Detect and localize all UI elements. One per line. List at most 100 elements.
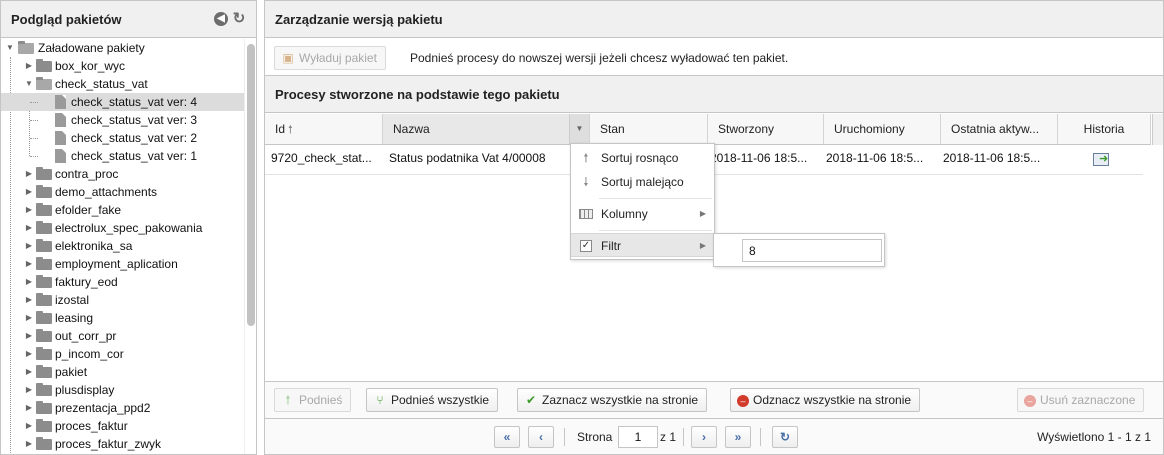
column-header-id[interactable]: Id 🠕 xyxy=(265,114,383,144)
submenu-arrow-icon: ▶ xyxy=(699,209,706,218)
page-label: Strona xyxy=(577,430,613,444)
collapse-arrow-icon[interactable]: ▶ xyxy=(24,255,34,273)
first-page-icon[interactable]: « xyxy=(494,426,520,448)
promote-button[interactable]: 🠕 Podnieś xyxy=(274,388,352,412)
last-page-icon[interactable]: » xyxy=(725,426,751,448)
promote-all-button[interactable]: ⑂ Podnieś wszystkie xyxy=(366,388,499,412)
tree-node[interactable]: ▶ efolder_fake xyxy=(1,201,246,219)
page-number-input[interactable] xyxy=(618,426,658,448)
tree-scroll-thumb[interactable] xyxy=(247,44,255,326)
collapse-arrow-icon[interactable]: ▶ xyxy=(24,183,34,201)
column-header-last-activity[interactable]: Ostatnia aktyw... xyxy=(941,114,1058,144)
menu-sort-ascending[interactable]: 🠕 Sortuj rosnąco xyxy=(571,146,714,170)
folder-icon xyxy=(36,203,52,216)
unload-package-button[interactable]: ▣ Wyładuj pakiet xyxy=(274,46,386,70)
folder-icon xyxy=(36,239,52,252)
cell-last-activity: 2018-11-06 18:5... xyxy=(943,151,1041,165)
tree-node[interactable]: ▶ out_corr_pr xyxy=(1,327,246,345)
column-header-history[interactable]: Historia xyxy=(1058,114,1151,144)
menu-filter[interactable]: ✓ Filtr ▶ xyxy=(571,233,714,257)
column-header-created[interactable]: Stworzony xyxy=(708,114,824,144)
tree-node[interactable]: ▶ demo_attachments xyxy=(1,183,246,201)
filter-checkbox[interactable]: ✓ xyxy=(580,240,592,252)
tree-leaf-node[interactable]: check_status_vat ver: 4 xyxy=(1,93,246,111)
tree-connector-line xyxy=(30,138,38,139)
expand-arrow-icon[interactable]: ▼ xyxy=(24,75,34,93)
deselect-all-button[interactable]: – Odznacz wszystkie na stronie xyxy=(730,388,921,412)
collapse-arrow-icon[interactable]: ▶ xyxy=(24,57,34,75)
tree-node[interactable]: ▶ employment_aplication xyxy=(1,255,246,273)
menu-columns[interactable]: Kolumny ▶ xyxy=(571,202,714,226)
collapse-arrow-icon[interactable]: ▶ xyxy=(24,435,34,453)
sort-descending-icon: 🠗 xyxy=(583,175,589,189)
column-header-state[interactable]: Stan xyxy=(590,114,708,144)
tree-node[interactable]: ▶ box_kor_wyc xyxy=(1,57,246,75)
collapse-arrow-icon[interactable]: ▶ xyxy=(24,273,34,291)
submenu-arrow-icon: ▶ xyxy=(699,241,706,250)
filter-input[interactable] xyxy=(742,239,882,262)
collapse-panel-icon[interactable]: ◀ xyxy=(214,12,228,26)
delete-selected-button[interactable]: – Usuń zaznaczone xyxy=(1017,388,1145,412)
collapse-arrow-icon[interactable]: ▶ xyxy=(24,345,34,363)
tree-node[interactable]: ▶ proces_faktur xyxy=(1,417,246,435)
expand-arrow-icon[interactable]: ▼ xyxy=(5,39,15,57)
column-header-label: Historia xyxy=(1083,122,1125,136)
collapse-arrow-icon[interactable]: ▶ xyxy=(24,219,34,237)
collapse-arrow-icon[interactable]: ▶ xyxy=(24,327,34,345)
tree-node-label: employment_aplication xyxy=(55,257,178,271)
menu-sort-descending[interactable]: 🠗 Sortuj malejąco xyxy=(571,170,714,194)
column-header-name[interactable]: Nazwa ▼ xyxy=(383,114,590,144)
refresh-icon[interactable]: ↻ xyxy=(232,11,246,26)
collapse-arrow-icon[interactable]: ▶ xyxy=(24,417,34,435)
previous-page-icon[interactable]: ‹ xyxy=(528,426,554,448)
package-browser-panel: Podgląd pakietów ◀ ↻ ▼ Załadowane pakiety… xyxy=(0,0,257,455)
column-menu-trigger-icon[interactable]: ▼ xyxy=(569,114,589,144)
folder-icon xyxy=(36,347,52,360)
tree-node[interactable]: ▶ izostal xyxy=(1,291,246,309)
tree-node[interactable]: ▶ contra_proc xyxy=(1,165,246,183)
collapse-arrow-icon[interactable]: ▶ xyxy=(24,363,34,381)
tree-connector-line xyxy=(30,120,38,121)
tree-leaf-node[interactable]: check_status_vat ver: 1 xyxy=(1,147,246,165)
package-tree: ▼ Załadowane pakiety ▶ box_kor_wyc ▼ check_st… xyxy=(1,39,246,454)
tree-node[interactable]: ▶ proces_faktur_zwyk xyxy=(1,435,246,453)
tree-node[interactable]: ▶ leasing xyxy=(1,309,246,327)
tree-scrollbar[interactable] xyxy=(244,39,256,454)
tree-node-label: Załadowane pakiety xyxy=(38,41,145,55)
column-header-started[interactable]: Uruchomiony xyxy=(824,114,941,144)
tree-node[interactable]: ▶ p_incom_cor xyxy=(1,345,246,363)
collapse-arrow-icon[interactable]: ▶ xyxy=(24,165,34,183)
collapse-arrow-icon[interactable]: ▶ xyxy=(24,309,34,327)
tree-node-label: proces_faktur xyxy=(55,419,128,433)
history-icon[interactable] xyxy=(1093,152,1109,166)
tree-node[interactable]: ▶ faktury_eod xyxy=(1,273,246,291)
minus-circle-icon: – xyxy=(737,395,749,407)
tree-node[interactable]: ▶ plusdisplay xyxy=(1,381,246,399)
collapse-arrow-icon[interactable]: ▶ xyxy=(24,237,34,255)
tree-node-label: check_status_vat ver: 1 xyxy=(71,149,198,163)
collapse-arrow-icon[interactable]: ▶ xyxy=(24,399,34,417)
document-icon xyxy=(55,95,66,109)
tree-leaf-node[interactable]: check_status_vat ver: 2 xyxy=(1,129,246,147)
tree-node[interactable]: ▼ check_status_vat xyxy=(1,75,246,93)
tree-node-label: p_incom_cor xyxy=(55,347,124,361)
tree-node[interactable]: ▶ electrolux_spec_pakowania xyxy=(1,219,246,237)
tree-leaf-node[interactable]: check_status_vat ver: 3 xyxy=(1,111,246,129)
collapse-arrow-icon[interactable]: ▶ xyxy=(24,201,34,219)
tree-root-node[interactable]: ▼ Załadowane pakiety xyxy=(1,39,246,57)
tree-node[interactable]: ▶ pakiet xyxy=(1,363,246,381)
tree-node-label: izostal xyxy=(55,293,90,307)
folder-icon xyxy=(36,383,52,396)
refresh-grid-icon[interactable]: ↻ xyxy=(772,426,798,448)
tree-node[interactable]: ▶ prezentacja_ppd2 xyxy=(1,399,246,417)
tree-node[interactable]: ▶ elektronika_sa xyxy=(1,237,246,255)
tree-node-label: demo_attachments xyxy=(55,185,158,199)
grid-scrollbar[interactable] xyxy=(1152,114,1163,145)
next-page-icon[interactable]: › xyxy=(691,426,717,448)
collapse-arrow-icon[interactable]: ▶ xyxy=(24,381,34,399)
tree-node-label: proces_faktur_zwyk xyxy=(55,437,162,451)
promote-label: Podnieś xyxy=(299,393,343,407)
select-all-button[interactable]: ✔ Zaznacz wszystkie na stronie xyxy=(517,388,708,412)
collapse-arrow-icon[interactable]: ▶ xyxy=(24,291,34,309)
arrow-up-icon: 🠕 xyxy=(285,393,291,407)
